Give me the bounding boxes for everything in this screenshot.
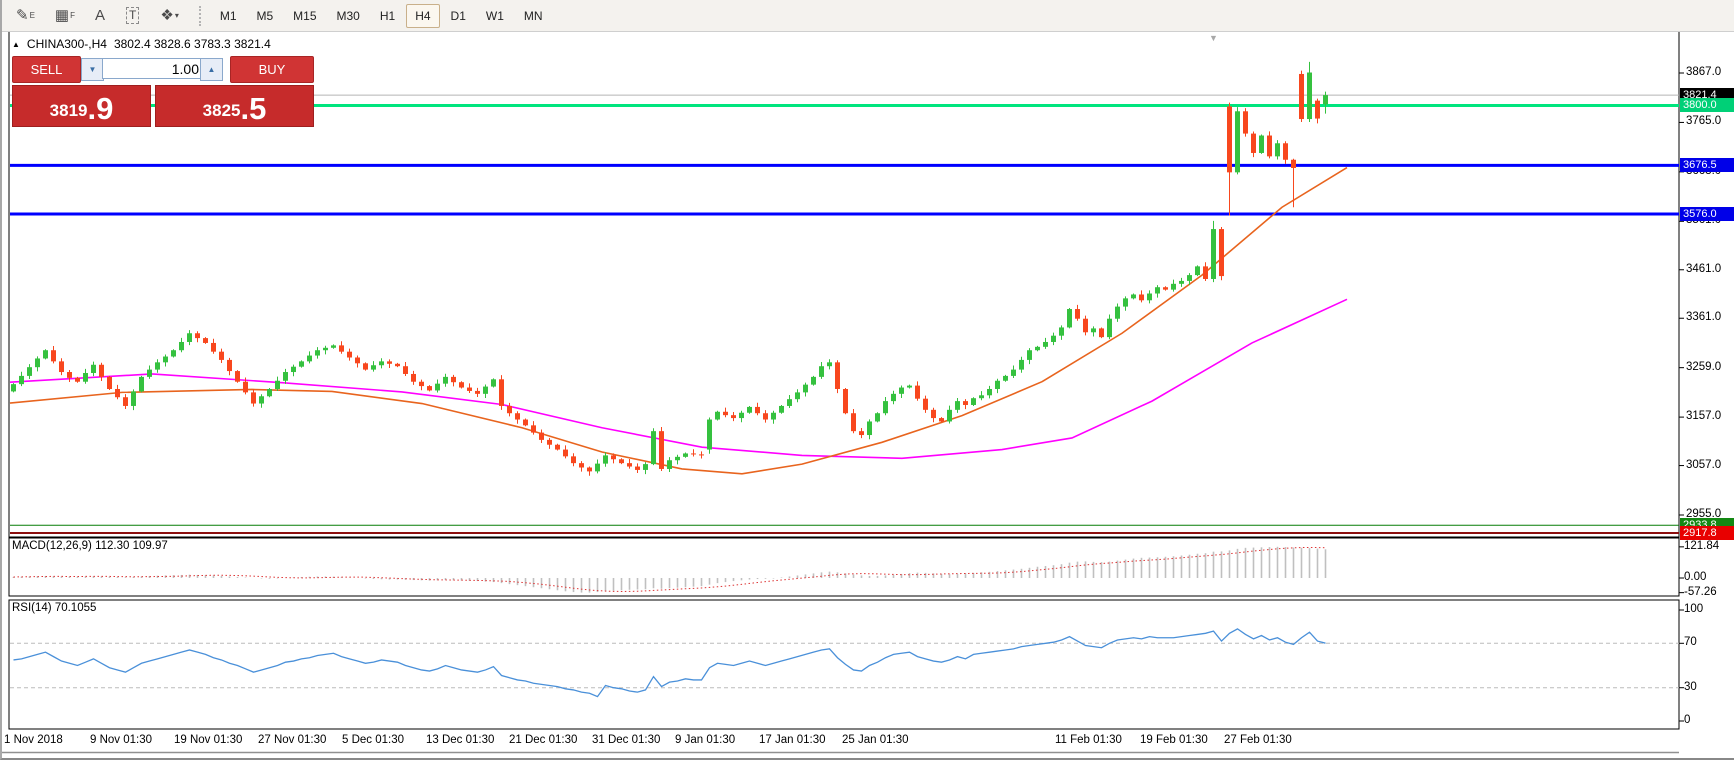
x-axis-label: 19 Feb 01:30 bbox=[1140, 734, 1208, 746]
x-axis-label: 11 Feb 01:30 bbox=[1055, 734, 1122, 746]
x-axis-label: 19 Nov 01:30 bbox=[174, 734, 242, 746]
volume-input[interactable] bbox=[102, 58, 204, 79]
rsi-axis-label: 100 bbox=[1684, 603, 1703, 615]
x-axis-label: 27 Feb 01:30 bbox=[1224, 734, 1292, 746]
text-box-tool-icon[interactable]: T bbox=[118, 3, 148, 28]
x-axis-label: 9 Jan 01:30 bbox=[675, 734, 735, 746]
timeframe-button-m15[interactable]: M15 bbox=[284, 4, 325, 28]
timeframe-button-d1[interactable]: D1 bbox=[442, 4, 475, 28]
y-axis-label: 3157.0 bbox=[1686, 410, 1721, 422]
buy-price-box[interactable]: 3825.5 bbox=[155, 85, 314, 127]
rsi-axis-label: 30 bbox=[1684, 681, 1697, 693]
chart-window: ✎E▦FAT❖▾ M1M5M15M30H1H4D1W1MN ▲ CHINA300… bbox=[0, 0, 1734, 760]
x-axis-label: 5 Dec 01:30 bbox=[342, 734, 404, 746]
symbol-name: CHINA300-,H4 bbox=[27, 37, 107, 51]
price-badge-3800.0: 3800.0 bbox=[1680, 98, 1734, 112]
y-axis-label: 3867.0 bbox=[1686, 66, 1721, 78]
volume-decrease-button[interactable]: ▼ bbox=[81, 58, 104, 81]
x-axis-label: 25 Jan 01:30 bbox=[842, 734, 909, 746]
buy-price-main: 3825 bbox=[203, 98, 241, 124]
toolbar: ✎E▦FAT❖▾ M1M5M15M30H1H4D1W1MN bbox=[2, 0, 1734, 32]
sell-price-main: 3819 bbox=[50, 98, 88, 124]
fibonacci-retracement-tool-icon[interactable]: ▦F bbox=[47, 4, 83, 27]
timeframe-button-m5[interactable]: M5 bbox=[248, 4, 283, 28]
rsi-axis-label: 70 bbox=[1684, 636, 1697, 648]
price-badge-3576.0: 3576.0 bbox=[1680, 207, 1734, 221]
collapse-arrow-icon[interactable]: ▲ bbox=[12, 40, 20, 49]
chevron-down-icon: ▼ bbox=[89, 65, 97, 74]
symbol-ohlc: 3802.4 3828.6 3783.3 3821.4 bbox=[114, 37, 271, 51]
x-axis-label: 17 Jan 01:30 bbox=[759, 734, 826, 746]
rsi-axis-label: 0 bbox=[1684, 714, 1690, 726]
macd-indicator-label: MACD(12,26,9) 112.30 109.97 bbox=[12, 540, 168, 552]
x-axis-label: 9 Nov 01:30 bbox=[90, 734, 152, 746]
macd-axis-label: 0.00 bbox=[1684, 571, 1706, 583]
timeframe-button-m1[interactable]: M1 bbox=[211, 4, 246, 28]
buy-price-frac: .5 bbox=[240, 93, 266, 124]
price-badge-3676.5: 3676.5 bbox=[1680, 158, 1734, 172]
macd-axis-label: -57.26 bbox=[1684, 586, 1717, 598]
volume-increase-button[interactable]: ▲ bbox=[200, 58, 223, 81]
x-axis-label: 21 Dec 01:30 bbox=[509, 734, 577, 746]
timeframe-button-h4[interactable]: H4 bbox=[406, 4, 439, 28]
chevron-up-icon: ▲ bbox=[208, 65, 216, 74]
equidistant-channel-tool-icon[interactable]: ✎E bbox=[8, 4, 43, 27]
y-axis-label: 3461.0 bbox=[1686, 263, 1721, 275]
y-axis-label: 3259.0 bbox=[1686, 361, 1721, 373]
symbol-header: ▲ CHINA300-,H4 3802.4 3828.6 3783.3 3821… bbox=[12, 37, 271, 51]
buy-button[interactable]: BUY bbox=[230, 56, 314, 83]
toolbar-grip[interactable] bbox=[199, 6, 204, 26]
x-axis-label: 27 Nov 01:30 bbox=[258, 734, 326, 746]
timeframe-button-m30[interactable]: M30 bbox=[328, 4, 369, 28]
timeframe-button-h1[interactable]: H1 bbox=[371, 4, 404, 28]
y-axis-label: 3765.0 bbox=[1686, 115, 1721, 127]
x-axis-label: 13 Dec 01:30 bbox=[426, 734, 494, 746]
macd-axis-label: 121.84 bbox=[1684, 540, 1719, 552]
rsi-indicator-label: RSI(14) 70.1055 bbox=[12, 602, 96, 614]
x-axis-label: 31 Dec 01:30 bbox=[592, 734, 660, 746]
y-axis-label: 3361.0 bbox=[1686, 311, 1721, 323]
x-axis-label: 1 Nov 2018 bbox=[4, 734, 63, 746]
chart-shift-marker-icon[interactable]: ▼ bbox=[1209, 33, 1218, 43]
price-badge-2917.8: 2917.8 bbox=[1680, 526, 1734, 540]
timeframe-button-w1[interactable]: W1 bbox=[477, 4, 513, 28]
y-axis-label: 3057.0 bbox=[1686, 459, 1721, 471]
sell-button[interactable]: SELL bbox=[12, 56, 81, 83]
arrow-style-tool-icon[interactable]: ❖▾ bbox=[152, 4, 186, 27]
sell-price-box[interactable]: 3819.9 bbox=[12, 85, 151, 127]
timeframe-button-mn[interactable]: MN bbox=[515, 4, 552, 28]
sell-price-frac: .9 bbox=[87, 93, 113, 124]
text-label-tool-icon[interactable]: A bbox=[87, 4, 114, 27]
